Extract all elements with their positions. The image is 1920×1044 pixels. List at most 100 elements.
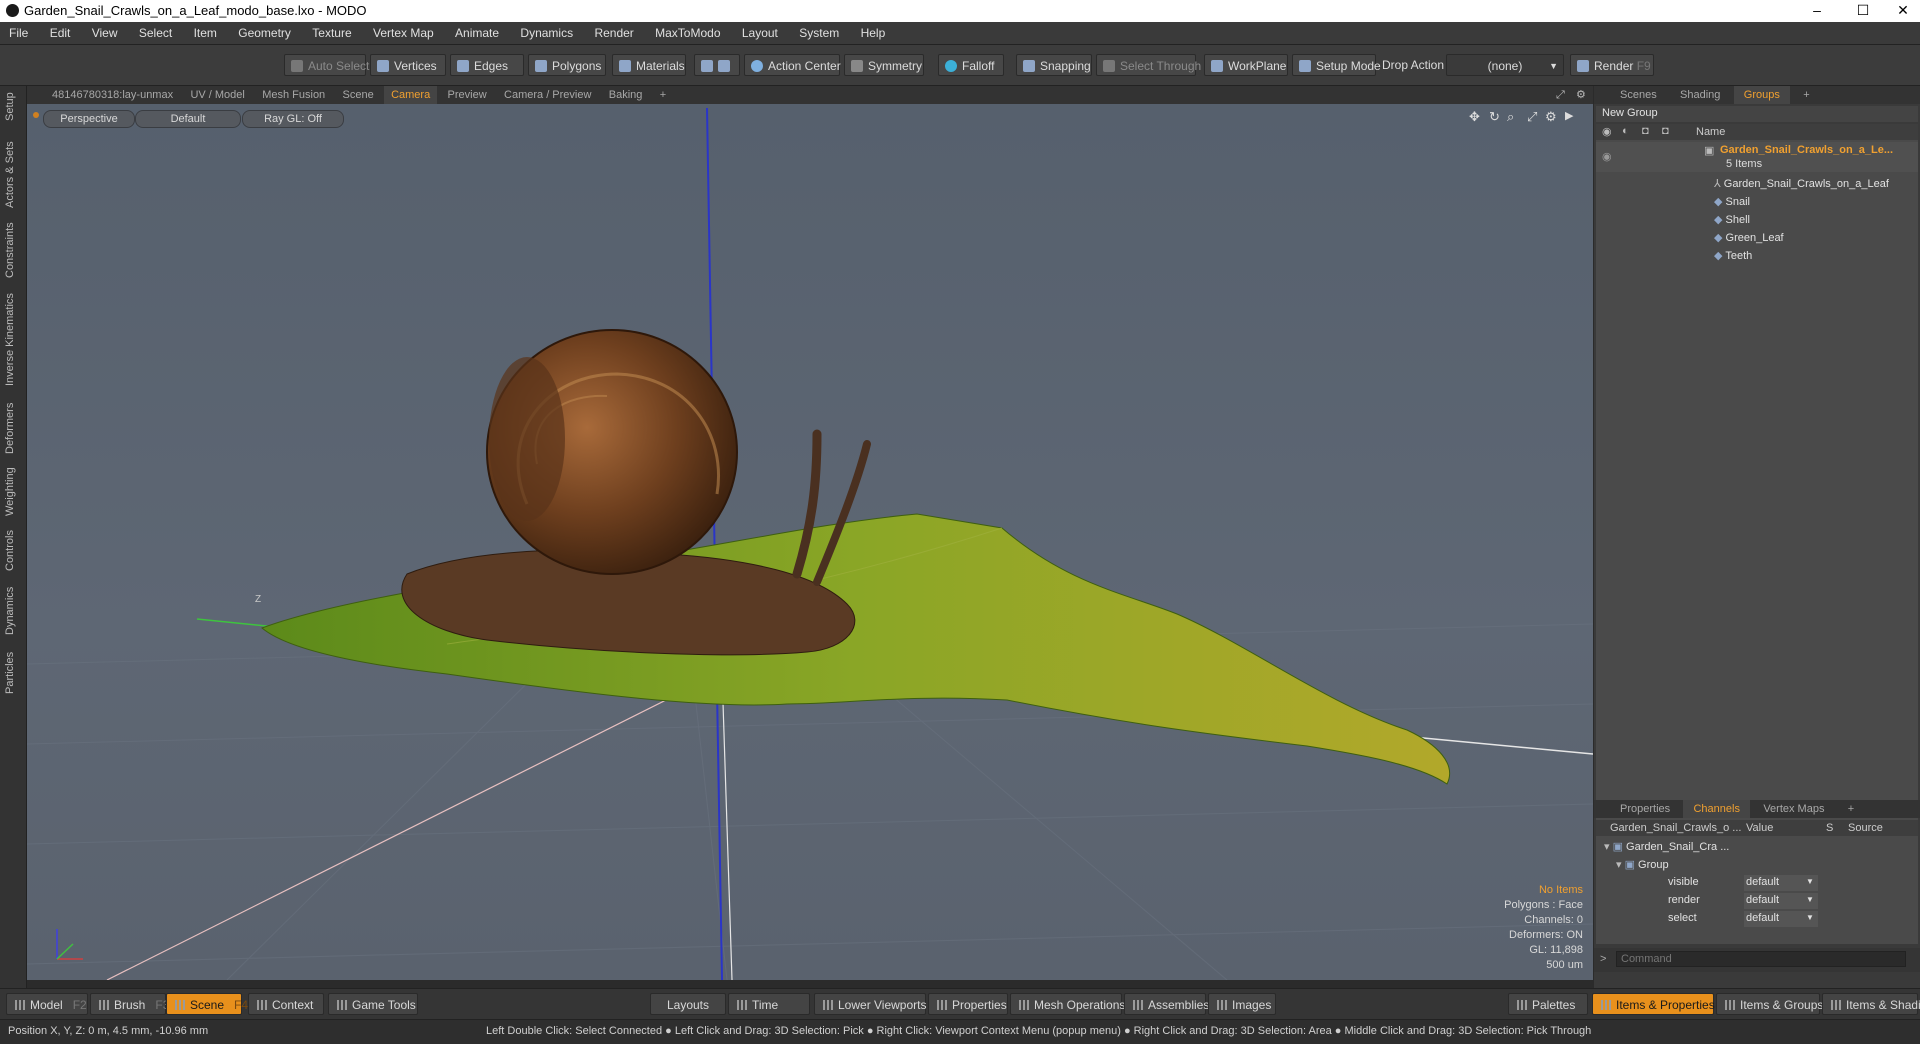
projection-button[interactable]: Perspective (43, 110, 135, 128)
menu-view[interactable]: View (83, 22, 127, 44)
channel-render-value[interactable]: default ▼ (1744, 893, 1818, 909)
selection-mode-buttons[interactable] (694, 54, 740, 76)
eye-icon[interactable]: ◉ (1602, 125, 1612, 138)
render-toggle-icon[interactable]: ◐ (1622, 125, 1629, 137)
menu-texture[interactable]: Texture (303, 22, 360, 44)
action-center-button[interactable]: Action Center (744, 54, 841, 76)
mesh-operations-button[interactable]: Mesh Operations (1010, 993, 1125, 1015)
menu-system[interactable]: System (790, 22, 848, 44)
tab-mesh-fusion[interactable]: Mesh Fusion (255, 86, 332, 104)
items-properties-button[interactable]: Items & Properties (1592, 993, 1715, 1015)
select-through-button[interactable]: Select Through (1096, 54, 1201, 76)
tab-inverse-kinematics[interactable]: Inverse Kinematics (4, 290, 22, 390)
tab-properties[interactable]: Properties (1610, 800, 1680, 818)
root-eye-icon[interactable]: ◉ (1602, 150, 1612, 163)
fit-view-icon[interactable]: ⤢ (1527, 109, 1537, 125)
tab-weighting[interactable]: Weighting (4, 464, 22, 520)
move-icon[interactable]: ✥ (1469, 109, 1480, 125)
viewport-options-icon[interactable] (33, 112, 39, 118)
tab-deformers[interactable]: Deformers (4, 400, 22, 456)
add-props-tab-button[interactable]: + (1838, 800, 1864, 818)
menu-file[interactable]: File (0, 22, 37, 44)
menu-geometry[interactable]: Geometry (229, 22, 300, 44)
menu-help[interactable]: Help (852, 22, 895, 44)
materials-button[interactable]: Materials (612, 54, 686, 76)
menu-item[interactable]: Item (185, 22, 226, 44)
expand-icon[interactable]: ▾ (1616, 859, 1625, 871)
channels-item-row[interactable]: ▾ ▣ Garden_Snail_Cra ... (1604, 840, 1729, 853)
tab-particles[interactable]: Particles (4, 646, 22, 700)
assemblies-button[interactable]: Assemblies (1124, 993, 1209, 1015)
add-scene-tab-button[interactable]: + (1793, 86, 1819, 104)
tab-camera[interactable]: Camera (384, 86, 438, 104)
edges-button[interactable]: Edges (450, 54, 524, 76)
vertices-button[interactable]: Vertices (370, 54, 446, 76)
scene-layout-button[interactable]: Scene F4 (166, 993, 248, 1015)
brush-layout-button[interactable]: Brush F3 (90, 993, 169, 1015)
minimize-button[interactable]: – (1794, 0, 1840, 22)
group-item-garden-snail[interactable]: ⅄ Garden_Snail_Crawls_on_a_Leaf (1714, 177, 1889, 190)
menu-select[interactable]: Select (130, 22, 181, 44)
tab-dynamics[interactable]: Dynamics (4, 582, 22, 640)
select-toggle-icon[interactable]: ◘ (1662, 125, 1669, 137)
shading-button[interactable]: Default (135, 110, 241, 128)
menu-maxtomodo[interactable]: MaxToModo (646, 22, 729, 44)
properties-button[interactable]: Properties (928, 993, 1008, 1015)
viewport-gear-icon[interactable]: ⚙ (1545, 109, 1557, 125)
tab-scenes[interactable]: Scenes (1610, 86, 1667, 104)
menu-animate[interactable]: Animate (446, 22, 508, 44)
command-input[interactable] (1616, 951, 1906, 967)
zoom-icon[interactable]: ⌕ (1507, 109, 1514, 125)
model-layout-button[interactable]: Model F2 (6, 993, 88, 1015)
raygl-button[interactable]: Ray GL: Off (242, 110, 344, 128)
items-groups-button[interactable]: Items & Groups (1716, 993, 1823, 1015)
channel-select-value[interactable]: default ▼ (1744, 911, 1818, 927)
group-item-snail[interactable]: ◆ Snail (1714, 195, 1750, 208)
channels-group-row[interactable]: ▾ ▣ Group (1616, 858, 1669, 871)
tab-vertex-maps[interactable]: Vertex Maps (1753, 800, 1834, 818)
tab-constraints[interactable]: Constraints (4, 220, 22, 280)
tab-lay-unmax[interactable]: 48146780318:lay-unmax (45, 86, 180, 104)
group-item-green-leaf[interactable]: ◆ Green_Leaf (1714, 231, 1784, 244)
expand-icon[interactable]: ▾ (1604, 841, 1613, 853)
drop-action-select[interactable]: (none) ▼ (1446, 54, 1564, 76)
tab-shading[interactable]: Shading (1670, 86, 1730, 104)
viewport-menu-icon[interactable]: ▶ (1565, 109, 1573, 122)
snapping-button[interactable]: Snapping (1016, 54, 1092, 76)
add-tab-button[interactable]: + (653, 86, 673, 104)
falloff-button[interactable]: Falloff (938, 54, 1004, 76)
menu-render[interactable]: Render (585, 22, 642, 44)
gear-icon[interactable]: ⚙ (1569, 86, 1593, 104)
workplane-button[interactable]: WorkPlane (1204, 54, 1288, 76)
tab-preview[interactable]: Preview (441, 86, 494, 104)
group-item-teeth[interactable]: ◆ Teeth (1714, 249, 1752, 262)
tab-setup[interactable]: Setup (4, 90, 22, 124)
channel-visible-value[interactable]: default ▼ (1744, 875, 1818, 891)
menu-edit[interactable]: Edit (41, 22, 80, 44)
symmetry-button[interactable]: Symmetry (844, 54, 924, 76)
lock-icon[interactable]: ◘ (1642, 125, 1649, 137)
layouts-button[interactable]: Layouts (650, 993, 726, 1015)
tab-channels[interactable]: Channels (1683, 800, 1750, 818)
menu-vertex-map[interactable]: Vertex Map (364, 22, 443, 44)
tab-actors-sets[interactable]: Actors & Sets (4, 140, 22, 210)
tab-uv-model[interactable]: UV / Model (183, 86, 251, 104)
time-button[interactable]: Time (728, 993, 810, 1015)
context-layout-button[interactable]: Context (248, 993, 324, 1015)
tab-baking[interactable]: Baking (602, 86, 650, 104)
3d-viewport[interactable]: Z Perspective Default Ray GL: Off ✥ ↻ ⌕ … (27, 104, 1593, 980)
game-tools-layout-button[interactable]: Game Tools (328, 993, 418, 1015)
tab-controls[interactable]: Controls (4, 526, 22, 576)
tab-camera-preview[interactable]: Camera / Preview (497, 86, 598, 104)
menu-layout[interactable]: Layout (733, 22, 787, 44)
tab-scene[interactable]: Scene (336, 86, 381, 104)
group-item-shell[interactable]: ◆ Shell (1714, 213, 1750, 226)
menu-dynamics[interactable]: Dynamics (511, 22, 582, 44)
close-button[interactable]: ✕ (1880, 0, 1920, 22)
palettes-button[interactable]: Palettes (1508, 993, 1588, 1015)
new-group-button[interactable]: New Group (1602, 107, 1658, 119)
setup-mode-button[interactable]: Setup Mode (1292, 54, 1381, 76)
render-button[interactable]: Render F9 (1570, 54, 1654, 76)
group-root-row[interactable]: ◉ ▣ Garden_Snail_Crawls_on_a_Le... 5 Ite… (1596, 142, 1918, 172)
lower-viewports-button[interactable]: Lower Viewports (814, 993, 927, 1015)
